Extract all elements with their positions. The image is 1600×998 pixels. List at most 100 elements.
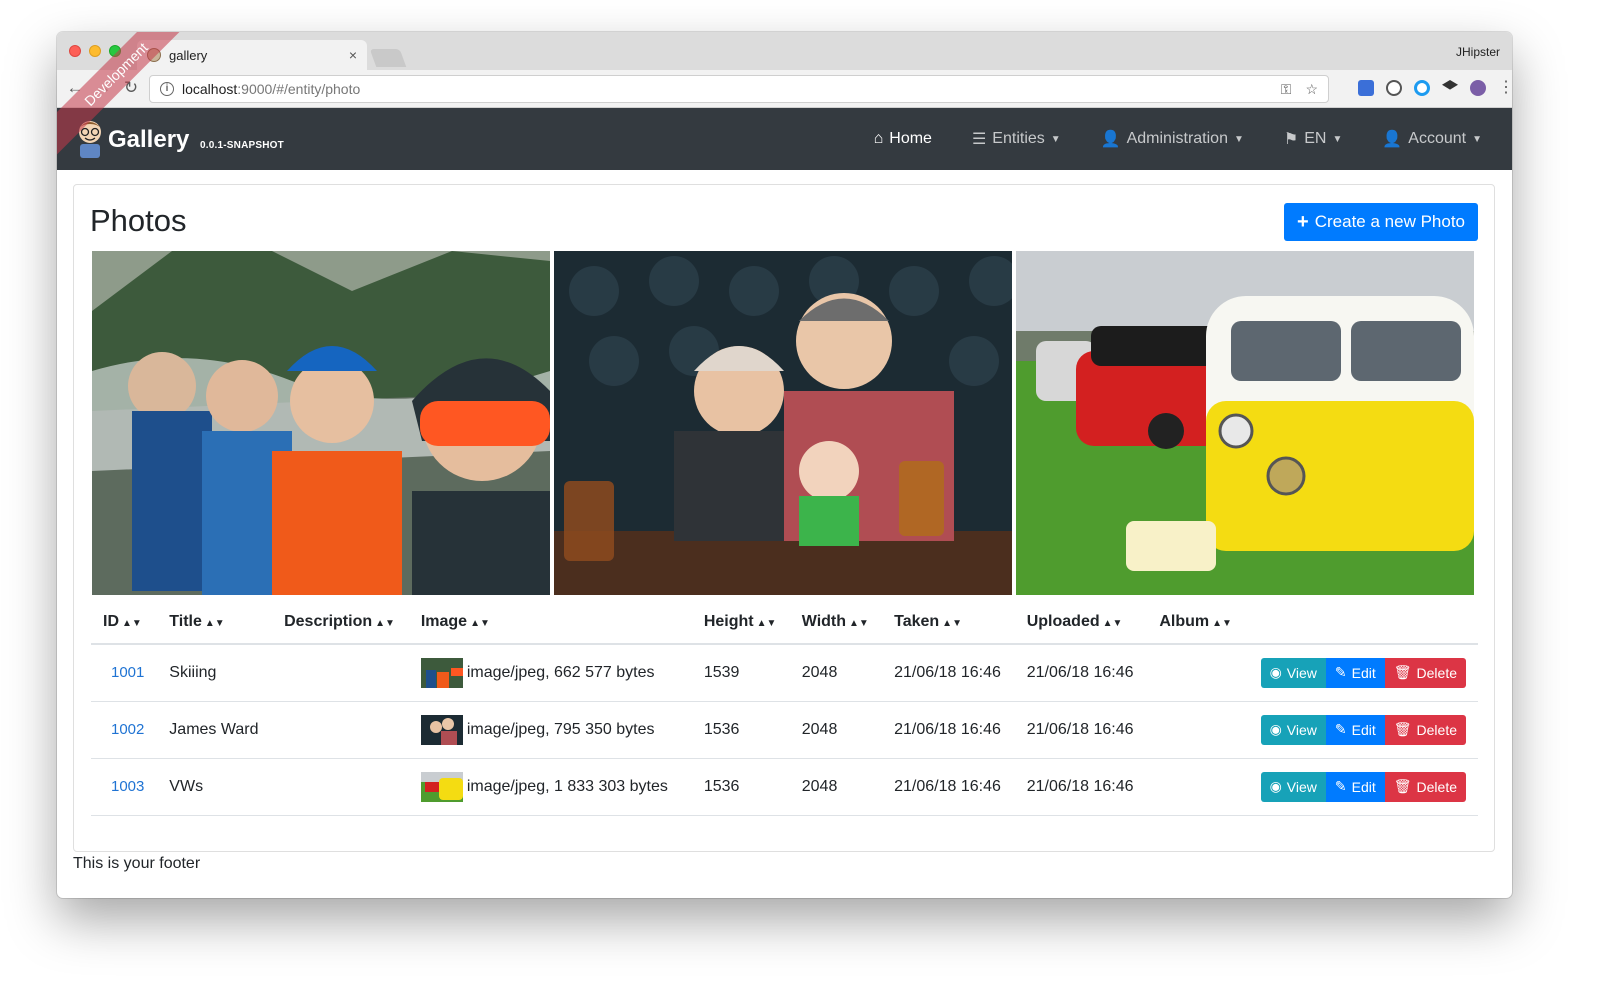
extension-5-icon[interactable] [1470,80,1486,96]
pencil-icon: ✎ [1334,721,1347,737]
actions-header [1245,601,1478,645]
sort-icon: ▲▼ [756,618,777,629]
photo-taken: 21/06/18 16:46 [882,758,1015,816]
photo-uploaded: 21/06/18 16:46 [1014,758,1148,816]
photo-james-ward[interactable] [554,251,1012,595]
sort-icon: ▲▼ [1102,618,1123,629]
photo-width: 2048 [789,758,883,816]
photo-title: James Ward [157,701,273,759]
pencil-icon: ✎ [1334,664,1347,681]
photo-uploaded: 21/06/18 16:46 [1014,644,1148,702]
table-row: 1002 James Ward image/jpeg, 795 350 byte… [91,701,1478,759]
photo-taken: 21/06/18 16:46 [882,701,1015,759]
photo-id-link[interactable]: 1001 [103,664,144,681]
delete-button[interactable]: 🗑 Delete [1384,714,1466,745]
nav-menu: ⌂ Home ☰ Entities ▼ 👤 Administration ▼ ⚑… [874,108,1482,170]
user-plus-icon: 👤 [1100,131,1121,148]
edit-button[interactable]: ✎ Edit [1325,714,1385,745]
delete-button[interactable]: 🗑 Delete [1384,657,1466,688]
browser-window: gallery × JHipster ← → ↻ i localhost:900… [57,32,1512,898]
brand-name[interactable]: Gallery [108,126,189,154]
sort-icon: ▲▼ [204,618,225,629]
view-button[interactable]: ◉ View [1260,714,1326,745]
photo-title: VWs [157,758,273,816]
profile-name[interactable]: JHipster [1456,45,1500,59]
flag-icon: ⚑ [1283,131,1299,148]
photo-skiing[interactable] [92,251,550,595]
photo-description [272,701,409,759]
key-icon[interactable]: ⚿ [1281,81,1292,98]
table-row: 1003 VWs image/jpeg, 1 833 303 bytes 153… [91,758,1478,816]
photo-gallery [92,251,1474,595]
app-navbar: Gallery 0.0.1-SNAPSHOT ⌂ Home ☰ Entities… [57,108,1512,170]
url-path: :9000/#/entity/photo [237,81,361,97]
caret-down-icon: ▼ [1233,133,1244,145]
extension-1-icon[interactable] [1358,80,1374,96]
photo-vws[interactable] [1016,251,1474,595]
extension-3-icon[interactable] [1414,80,1430,96]
sort-image-header[interactable]: Image ▲▼ [408,601,692,645]
delete-button[interactable]: 🗑 Delete [1384,771,1466,802]
browser-tab[interactable]: gallery × [137,40,367,70]
sort-width-header[interactable]: Width ▲▼ [789,601,883,645]
nav-item-entities[interactable]: ☰ Entities ▼ [972,129,1061,149]
extension-icons: ⋮ [1358,80,1512,96]
view-button[interactable]: ◉ View [1260,657,1326,688]
plus-icon: + [1297,210,1309,233]
photo-thumbnail[interactable] [420,714,463,745]
sort-uploaded-header[interactable]: Uploaded ▲▼ [1014,601,1148,645]
caret-down-icon: ▼ [1050,133,1061,145]
sort-icon: ▲▼ [122,618,142,629]
photo-height: 1539 [691,644,790,702]
user-icon: 👤 [1382,131,1403,148]
nav-item-account[interactable]: 👤 Account ▼ [1382,129,1482,149]
sort-title-header[interactable]: Title ▲▼ [157,601,273,645]
photo-id-link[interactable]: 1003 [103,778,144,795]
tab-close-icon[interactable]: × [349,47,357,63]
home-icon: ⌂ [873,130,884,147]
page-footer: This is your footer [73,855,201,872]
nav-item-administration[interactable]: 👤 Administration ▼ [1101,129,1244,149]
browser-toolbar: ← → ↻ i localhost:9000/#/entity/photo ⚿ … [57,70,1512,108]
tab-strip: gallery × JHipster [57,32,1512,70]
minimize-window-button[interactable] [89,45,101,57]
nav-item-language[interactable]: ⚑ EN ▼ [1284,129,1342,149]
page-title: Photos [90,203,187,238]
menu-dots-icon[interactable]: ⋮ [1498,80,1512,96]
sort-id-header[interactable]: ID ▲▼ [91,601,158,645]
caret-down-icon: ▼ [1472,133,1482,145]
sort-icon: ▲▼ [849,618,869,629]
pencil-icon: ✎ [1334,778,1347,794]
photo-height: 1536 [691,758,790,816]
photo-thumbnail[interactable] [420,771,463,802]
photo-id-link[interactable]: 1002 [103,721,144,738]
brand-version: 0.0.1-SNAPSHOT [200,140,284,151]
trash-icon: 🗑 [1393,664,1412,681]
info-icon[interactable]: i [160,82,174,96]
sort-taken-header[interactable]: Taken ▲▼ [882,601,1015,645]
th-list-icon: ☰ [971,131,987,148]
edit-button[interactable]: ✎ Edit [1325,771,1385,802]
caret-down-icon: ▼ [1332,133,1343,145]
close-window-button[interactable] [69,45,81,57]
photo-uploaded: 21/06/18 16:46 [1014,701,1148,759]
edit-button[interactable]: ✎ Edit [1325,657,1385,688]
sort-height-header[interactable]: Height ▲▼ [691,601,790,645]
star-icon[interactable]: ☆ [1305,81,1318,98]
layers-icon[interactable] [1442,80,1458,90]
photo-album [1147,758,1246,816]
photo-thumbnail[interactable] [420,657,463,688]
sort-icon: ▲▼ [470,618,490,629]
extension-2-icon[interactable] [1386,80,1402,96]
nav-item-label: Administration [1126,130,1228,147]
create-photo-button[interactable]: + Create a new Photo [1284,203,1478,241]
view-button[interactable]: ◉ View [1260,771,1326,802]
address-bar[interactable]: i localhost:9000/#/entity/photo ⚿ ☆ [149,75,1329,103]
new-tab-button[interactable] [369,49,407,67]
photo-description [272,758,409,816]
sort-icon: ▲▼ [942,618,962,629]
sort-description-header[interactable]: Description ▲▼ [272,601,409,645]
photo-height: 1536 [691,701,790,759]
nav-item-home[interactable]: ⌂ Home [874,130,932,148]
sort-album-header[interactable]: Album ▲▼ [1147,601,1246,645]
